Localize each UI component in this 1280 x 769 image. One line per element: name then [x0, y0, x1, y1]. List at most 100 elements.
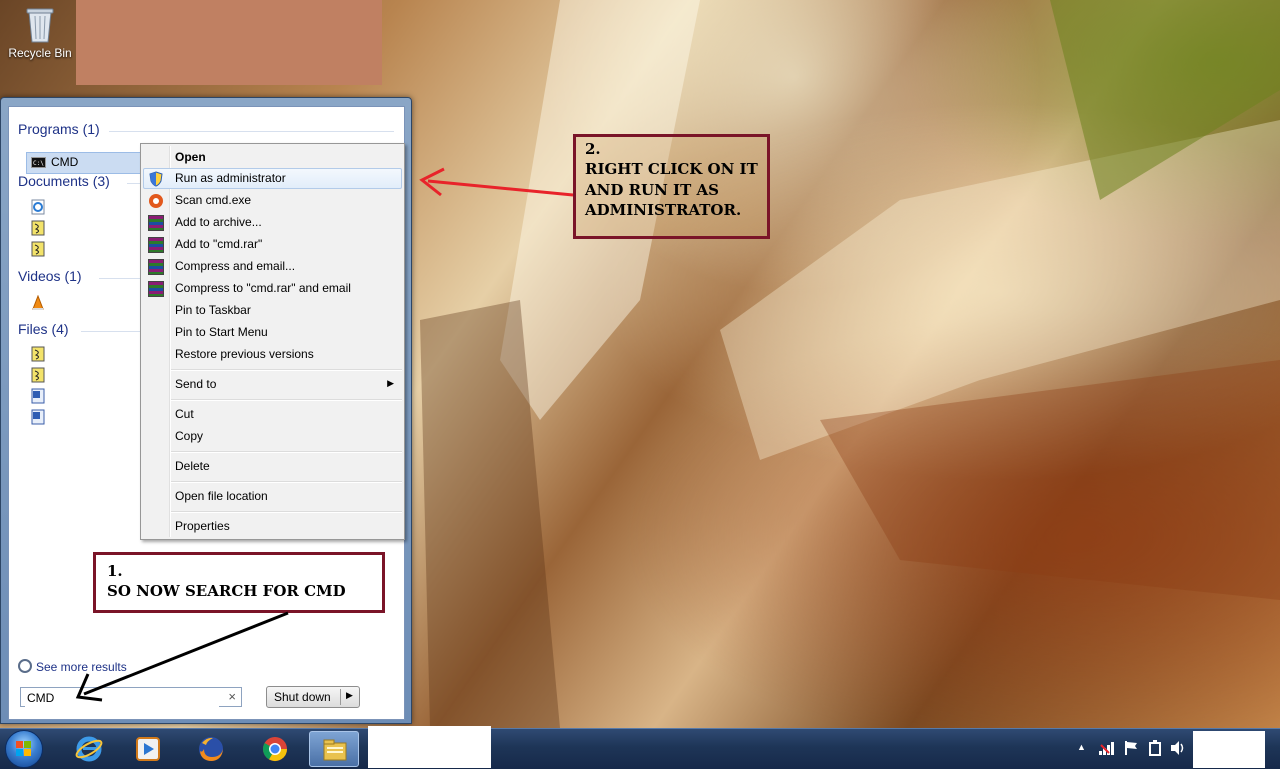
annotation-text-line: ADMINISTRATOR. [585, 200, 742, 219]
menu-item-label: Add to "cmd.rar" [175, 237, 263, 251]
menu-item-pin-to-start-menu[interactable]: Pin to Start Menu [143, 322, 402, 343]
divider [340, 689, 341, 705]
submenu-arrow-icon: ▶ [387, 378, 394, 388]
taskbar-media-player[interactable] [123, 731, 173, 767]
show-hidden-icons-arrow[interactable]: ▲ [1077, 742, 1086, 752]
recycle-bin-icon [23, 6, 57, 44]
menu-item-label: Scan cmd.exe [175, 193, 252, 207]
menu-item-copy[interactable]: Copy [143, 426, 402, 447]
divider [99, 278, 141, 279]
taskbar-firefox[interactable] [186, 731, 236, 767]
menu-item-label: Send to [175, 377, 217, 391]
script-file-icon[interactable] [31, 220, 45, 236]
context-menu: Open Run as administrator Scan cmd.exe A… [140, 143, 405, 540]
menu-item-label: Compress and email... [175, 259, 296, 273]
annotation-step-1: 1. SO NOW SEARCH FOR CMD [93, 552, 385, 613]
divider [109, 131, 394, 132]
menu-item-label: Pin to Taskbar [175, 303, 251, 317]
category-documents[interactable]: Documents (3) [18, 173, 110, 189]
category-files[interactable]: Files (4) [18, 321, 69, 337]
clear-search-icon[interactable]: × [228, 689, 236, 704]
divider [127, 183, 141, 184]
media-player-icon [136, 737, 160, 761]
category-programs[interactable]: Programs (1) [18, 121, 100, 137]
cmd-icon: C:\ [31, 157, 46, 168]
script-file-icon[interactable] [31, 241, 45, 257]
menu-separator [171, 511, 402, 513]
redacted-taskbar-area [368, 726, 491, 768]
menu-item-compress-to-rar-and-email[interactable]: Compress to "cmd.rar" and email [143, 278, 402, 299]
see-more-results-link[interactable]: See more results [18, 659, 127, 674]
action-center-flag-icon[interactable] [1124, 740, 1138, 756]
menu-item-label: Run as administrator [175, 171, 286, 185]
shutdown-button[interactable]: Shut down ▶ [266, 686, 360, 708]
winrar-icon [148, 215, 164, 231]
menu-separator [171, 481, 402, 483]
script-file-icon[interactable] [31, 367, 45, 383]
search-input[interactable] [25, 689, 219, 707]
network-icon[interactable] [1099, 741, 1117, 755]
menu-item-label: Delete [175, 459, 210, 473]
menu-item-add-to-archive[interactable]: Add to archive... [143, 212, 402, 233]
html-document-icon[interactable] [31, 199, 45, 215]
menu-item-properties[interactable]: Properties [143, 516, 402, 537]
menu-item-label: Restore previous versions [175, 347, 314, 361]
menu-item-send-to[interactable]: Send to ▶ [143, 374, 402, 395]
shutdown-label: Shut down [274, 690, 331, 704]
firefox-icon [199, 737, 223, 761]
taskbar-windows-explorer[interactable] [309, 731, 359, 767]
menu-item-cut[interactable]: Cut [143, 404, 402, 425]
winrar-icon [148, 259, 164, 275]
start-search-box[interactable]: × [20, 687, 242, 707]
menu-item-add-to-cmd-rar[interactable]: Add to "cmd.rar" [143, 234, 402, 255]
volume-icon[interactable] [1170, 740, 1186, 756]
annotation-step-2: 2. RIGHT CLICK ON IT AND RUN IT AS ADMIN… [573, 134, 770, 239]
taskbar: ▲ [0, 728, 1280, 769]
taskbar-chrome[interactable] [250, 731, 300, 767]
menu-item-open[interactable]: Open [143, 147, 402, 168]
shutdown-options-arrow-icon[interactable]: ▶ [346, 690, 353, 701]
menu-item-label: Compress to "cmd.rar" and email [175, 281, 351, 295]
menu-item-scan[interactable]: Scan cmd.exe [143, 190, 402, 211]
menu-item-run-as-administrator[interactable]: Run as administrator [143, 168, 402, 189]
annotation-text-line: AND RUN IT AS [585, 180, 719, 199]
see-more-label: See more results [36, 660, 127, 674]
annotation-text: SO NOW SEARCH FOR CMD [107, 582, 346, 601]
recycle-bin-label: Recycle Bin [8, 46, 72, 60]
menu-item-label: Add to archive... [175, 215, 262, 229]
explorer-icon [323, 739, 347, 761]
annotation-number: 2. [585, 140, 601, 158]
annotation-number: 1. [107, 562, 123, 580]
recycle-bin[interactable]: Recycle Bin [4, 6, 76, 60]
program-result-cmd[interactable]: C:\ CMD [26, 152, 146, 174]
menu-separator [171, 369, 402, 371]
vlc-video-icon[interactable] [31, 294, 45, 311]
windows-logo-icon [16, 741, 31, 756]
magnifier-icon [18, 659, 32, 673]
menu-item-label: Cut [175, 407, 194, 421]
menu-item-delete[interactable]: Delete [143, 456, 402, 477]
script-file-icon[interactable] [31, 346, 45, 362]
menu-item-pin-to-taskbar[interactable]: Pin to Taskbar [143, 300, 402, 321]
menu-item-restore-previous-versions[interactable]: Restore previous versions [143, 344, 402, 365]
menu-item-compress-and-email[interactable]: Compress and email... [143, 256, 402, 277]
word-document-icon[interactable] [31, 409, 45, 425]
power-battery-icon[interactable] [1148, 740, 1162, 756]
menu-item-label: Copy [175, 429, 204, 443]
taskbar-internet-explorer[interactable] [64, 731, 114, 767]
menu-item-label: Properties [175, 519, 230, 533]
menu-item-open-file-location[interactable]: Open file location [143, 486, 402, 507]
red-arrow [419, 167, 574, 197]
start-button[interactable] [5, 730, 43, 768]
category-videos[interactable]: Videos (1) [18, 268, 82, 284]
redacted-area [76, 0, 382, 85]
chrome-icon [262, 737, 287, 762]
program-result-label: CMD [51, 155, 79, 169]
winrar-icon [148, 281, 164, 297]
uac-shield-icon [148, 171, 164, 187]
divider [81, 331, 141, 332]
annotation-text-line: RIGHT CLICK ON IT [585, 160, 758, 179]
word-document-icon[interactable] [31, 388, 45, 404]
internet-explorer-icon [75, 736, 103, 762]
menu-item-label: Open file location [175, 489, 268, 503]
